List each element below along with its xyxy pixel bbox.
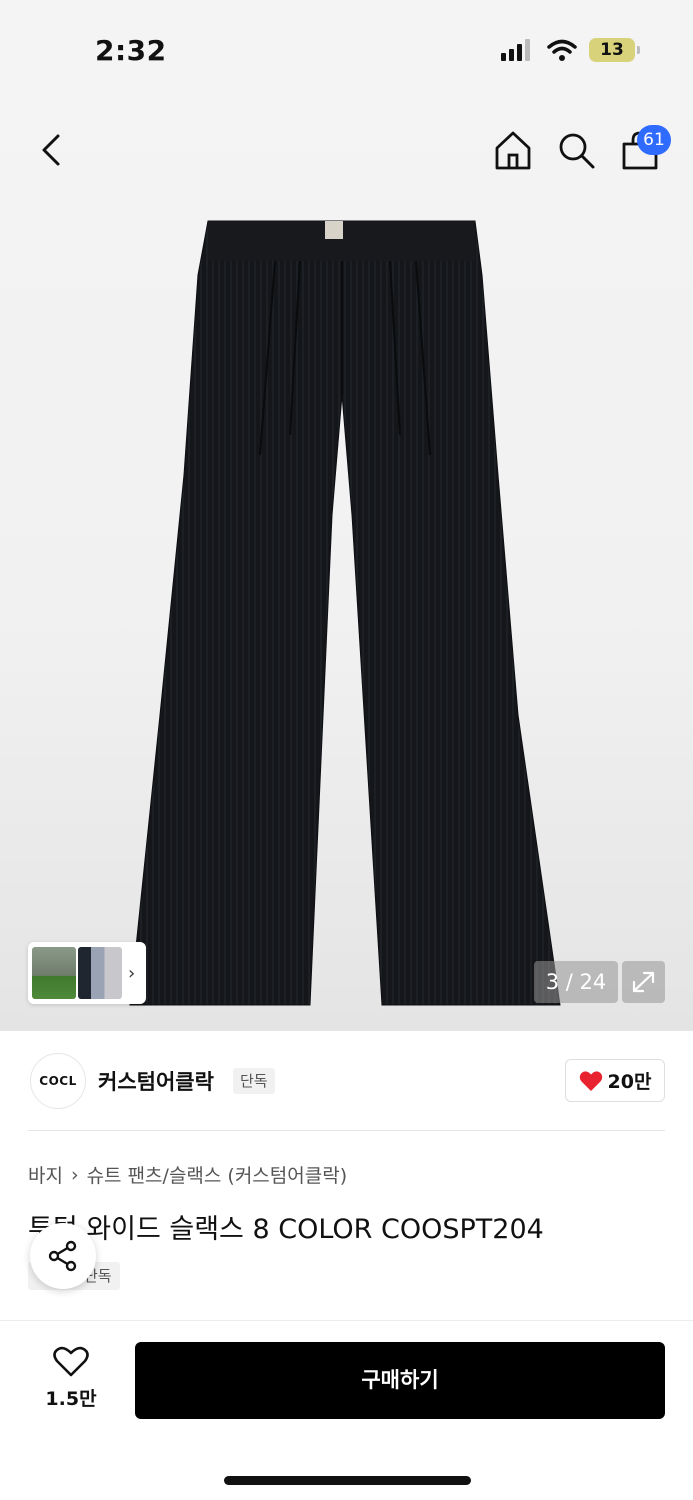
wishlist-count: 1.5만 [45,1388,97,1410]
battery-indicator: 13 [589,38,640,62]
share-icon [48,1240,77,1272]
chevron-right-icon: › [70,1163,79,1186]
brand-name[interactable]: 커스텀어클락 [98,1066,214,1096]
image-counter: 3 / 24 [534,961,618,1003]
exclusive-tag: 단독 [233,1068,275,1094]
product-title: 투턱 와이드 슬랙스 8 COLOR COOSPT204 [28,1214,544,1245]
thumbnail-image[interactable] [32,947,76,999]
breadcrumb-item[interactable]: 슈트 팬츠/슬랙스 (커스텀어클락) [87,1161,348,1188]
back-icon[interactable] [30,128,74,172]
heart-filled-icon [579,1070,602,1091]
thumbnail-image[interactable] [78,947,122,999]
heart-outline-icon [53,1346,89,1377]
expand-icon[interactable] [622,961,665,1003]
home-indicator[interactable] [224,1476,471,1485]
search-icon[interactable] [554,128,598,172]
product-gallery[interactable]: 2:32 13 61 › 3 / 24 [0,0,693,1031]
chevron-right-icon: › [128,962,136,984]
cart-count-badge: 61 [637,125,671,155]
divider [28,1130,665,1131]
brand-logo[interactable]: COCL [30,1053,86,1109]
share-button[interactable] [30,1223,96,1289]
brand-like-count: 20만 [607,1071,652,1093]
brand-like-button[interactable]: 20만 [565,1059,665,1102]
breadcrumb: 바지 › 슈트 팬츠/슬랙스 (커스텀어클락) [28,1161,347,1188]
status-icons: 13 [501,38,640,62]
wifi-icon [547,39,577,61]
product-image[interactable] [120,215,580,1015]
buy-button[interactable]: 구매하기 [135,1342,665,1419]
wishlist-button[interactable]: 1.5만 [40,1346,102,1411]
breadcrumb-item[interactable]: 바지 [28,1161,63,1188]
status-time: 2:32 [95,34,167,67]
cellular-signal-icon [501,39,530,61]
related-thumbnails[interactable]: › [28,942,146,1004]
home-icon[interactable] [491,128,535,172]
